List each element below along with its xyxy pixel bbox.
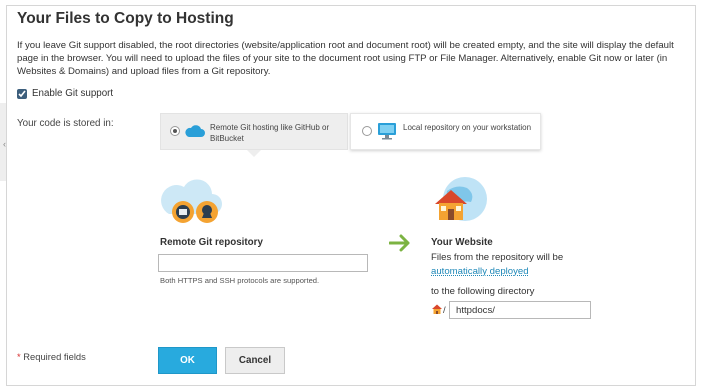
right-arrow-icon <box>389 234 410 252</box>
website-deploy-text: Files from the repository will be <box>431 252 564 263</box>
required-fields-note: * Required fields <box>17 351 86 362</box>
description-text: If you leave Git support disabled, the r… <box>17 40 674 78</box>
cloud-icon <box>185 125 205 137</box>
remote-option-label: Remote Git hosting like GitHub or BitBuc… <box>210 123 330 143</box>
local-radio[interactable] <box>362 126 372 136</box>
remote-git-cloud-icon <box>161 179 222 223</box>
enable-git-label: Enable Git support <box>32 88 114 99</box>
auto-deploy-link[interactable]: automatically deployed <box>431 266 529 277</box>
directory-input[interactable] <box>449 301 591 319</box>
option-remote-git[interactable]: Remote Git hosting like GitHub or BitBuc… <box>160 113 348 157</box>
ok-button[interactable]: OK <box>158 347 217 374</box>
home-icon <box>432 304 442 314</box>
website-title: Your Website <box>431 237 493 248</box>
required-fields-text: Required fields <box>23 351 86 362</box>
remote-radio[interactable] <box>170 126 180 136</box>
cancel-button[interactable]: Cancel <box>225 347 285 374</box>
target-directory-text: to the following directory <box>431 286 535 297</box>
enable-git-checkbox[interactable] <box>17 88 27 99</box>
path-separator: / <box>443 305 446 316</box>
option-local-repo[interactable]: Local repository on your workstation <box>350 113 541 150</box>
protocol-hint: Both HTTPS and SSH protocols are support… <box>160 276 320 285</box>
local-option-label: Local repository on your workstation <box>403 123 532 132</box>
remote-repo-title: Remote Git repository <box>160 237 263 248</box>
website-house-icon <box>435 177 487 221</box>
required-star: * <box>17 351 21 362</box>
monitor-icon <box>378 123 396 140</box>
page-title: Your Files to Copy to Hosting <box>17 10 234 27</box>
remote-repo-input[interactable] <box>158 254 368 272</box>
selection-pointer <box>247 150 261 157</box>
code-location-label: Your code is stored in: <box>17 118 114 129</box>
enable-git-checkbox-row[interactable]: Enable Git support <box>17 88 113 99</box>
